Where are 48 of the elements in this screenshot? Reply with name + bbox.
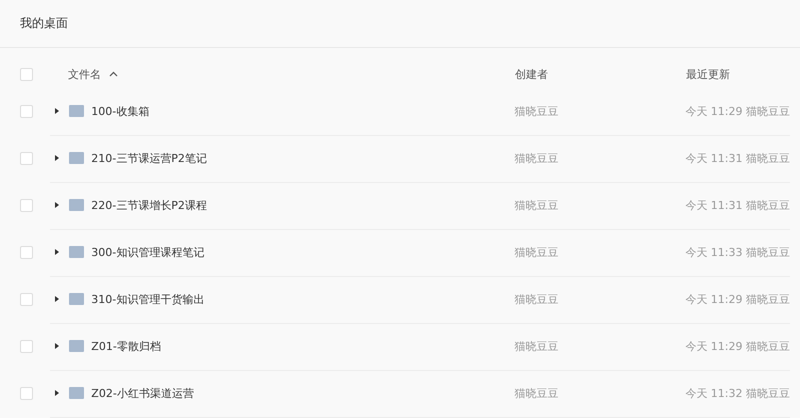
folder-name[interactable]: 220-三节课增长P2课程 <box>91 198 207 212</box>
folder-icon <box>69 152 84 164</box>
updated-time: 今天 11:31 猫晓豆豆 <box>685 198 790 212</box>
folder-icon <box>69 387 84 399</box>
checkbox[interactable] <box>20 387 33 400</box>
updated-time: 今天 11:31 猫晓豆豆 <box>685 150 790 166</box>
folder-name[interactable]: 100-收集箱 <box>91 104 150 118</box>
updated-time: 今天 11:29 猫晓豆豆 <box>685 104 790 118</box>
checkbox[interactable] <box>20 105 33 118</box>
creator-name: 猫晓豆豆 <box>514 292 560 306</box>
updated-time: 今天 11:32 猫晓豆豆 <box>685 386 790 400</box>
updated-time: 今天 11:29 猫晓豆豆 <box>685 338 790 354</box>
folder-icon <box>69 246 84 258</box>
folder-name[interactable]: 300-知识管理课程笔记 <box>91 244 204 260</box>
folder-name[interactable]: 310-知识管理干货输出 <box>91 292 204 306</box>
folder-icon <box>69 105 84 117</box>
checkbox[interactable] <box>20 199 33 212</box>
creator-name: 猫晓豆豆 <box>514 244 560 260</box>
sort-ascending-icon[interactable] <box>109 71 118 77</box>
creator-name: 猫晓豆豆 <box>514 338 560 354</box>
column-header[interactable]: 文件名 <box>68 66 101 82</box>
creator-name: 猫晓豆豆 <box>514 104 560 118</box>
caret-icon[interactable] <box>54 249 60 255</box>
folder-icon <box>69 199 84 211</box>
folder-name[interactable]: Z01-零散归档 <box>91 338 161 354</box>
caret-icon[interactable] <box>54 390 60 396</box>
folder-name[interactable]: Z02-小红书渠道运营 <box>91 386 194 400</box>
creator-name: 猫晓豆豆 <box>514 198 560 212</box>
creator-name: 猫晓豆豆 <box>514 150 560 166</box>
caret-icon[interactable] <box>54 155 60 161</box>
page-title: 我的桌面 <box>20 15 68 32</box>
column-header[interactable]: 创建者 <box>515 66 548 82</box>
updated-time: 今天 11:29 猫晓豆豆 <box>685 292 790 306</box>
updated-time: 今天 11:33 猫晓豆豆 <box>685 244 790 260</box>
caret-icon[interactable] <box>54 343 60 349</box>
checkbox[interactable] <box>20 246 33 259</box>
caret-icon[interactable] <box>54 296 60 302</box>
checkbox[interactable] <box>20 68 33 80</box>
column-header[interactable]: 最近更新 <box>686 66 730 82</box>
caret-icon[interactable] <box>54 108 60 114</box>
folder-icon <box>69 340 84 352</box>
folder-name[interactable]: 210-三节课运营P2笔记 <box>91 150 207 166</box>
caret-icon[interactable] <box>54 202 60 208</box>
checkbox[interactable] <box>20 293 33 306</box>
creator-name: 猫晓豆豆 <box>514 386 560 400</box>
folder-icon <box>69 293 84 305</box>
checkbox[interactable] <box>20 152 33 165</box>
checkbox[interactable] <box>20 340 33 353</box>
